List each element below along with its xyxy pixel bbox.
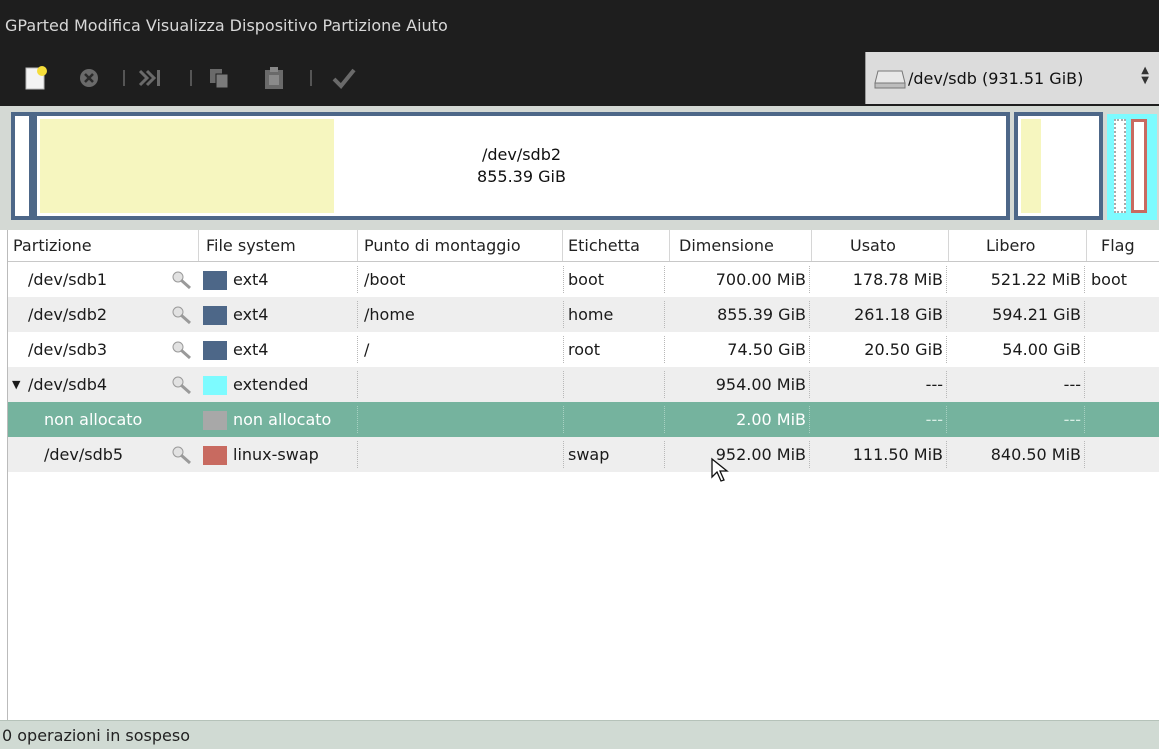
toolbar-separator (123, 70, 125, 86)
row-label: root (568, 340, 601, 359)
row-label: home (568, 305, 614, 324)
row-size: 700.00 MiB (715, 270, 806, 289)
menu-dispositivo[interactable]: Dispositivo (230, 16, 318, 35)
row-partition: /dev/sdb3 (28, 340, 108, 359)
table-header: Partizione File system Punto di montaggi… (8, 230, 1159, 262)
row-free: 521.22 MiB (990, 270, 1081, 289)
statusbar: 0 operazioni in sospeso (0, 720, 1159, 749)
row-mountpoint: /home (364, 305, 415, 324)
row-free: 594.21 GiB (992, 305, 1081, 324)
row-size: 2.00 MiB (736, 410, 806, 429)
filesystem-color-swatch (203, 271, 227, 290)
filesystem-color-swatch (203, 341, 227, 360)
row-used: 20.50 GiB (864, 340, 943, 359)
apply-icon[interactable] (330, 64, 358, 92)
partition-table: Partizione File system Punto di montaggi… (7, 230, 1159, 720)
menu-gparted[interactable]: GParted (5, 16, 69, 35)
menubar: GParted Modifica Visualizza Dispositivo … (0, 0, 1159, 50)
key-icon (172, 376, 191, 395)
partition-block-sdb4-extended[interactable] (1107, 114, 1157, 220)
row-partition: /dev/sdb1 (28, 270, 108, 289)
delete-icon[interactable] (75, 64, 103, 92)
unallocated-block (1114, 119, 1126, 213)
row-filesystem: ext4 (233, 340, 269, 359)
row-label: boot (568, 270, 605, 289)
partition-block-size: 855.39 GiB (477, 167, 566, 186)
row-flag: boot (1091, 270, 1128, 289)
row-used: --- (925, 375, 943, 394)
key-icon (172, 446, 191, 465)
partition-block-sdb2[interactable]: /dev/sdb2 855.39 GiB (33, 112, 1010, 220)
row-size: 954.00 MiB (715, 375, 806, 394)
table-row[interactable]: /dev/sdb2 ext4 /home home 855.39 GiB 261… (8, 297, 1159, 332)
table-row[interactable]: /dev/sdb5 linux-swap swap 952.00 MiB 111… (8, 437, 1159, 482)
col-filesystem-header[interactable]: File system (199, 230, 358, 261)
filesystem-color-swatch (203, 376, 227, 395)
new-icon[interactable] (22, 64, 50, 92)
menu-aiuto[interactable]: Aiuto (406, 16, 448, 35)
row-used: 178.78 MiB (852, 270, 943, 289)
key-icon (172, 341, 191, 360)
row-free: --- (1063, 375, 1081, 394)
row-partition: /dev/sdb4 (28, 375, 108, 394)
device-selector-label: /dev/sdb (931.51 GiB) (908, 68, 1084, 88)
row-free: --- (1063, 410, 1081, 429)
col-label-header[interactable]: Etichetta (563, 230, 670, 261)
filesystem-color-swatch (203, 446, 227, 465)
row-filesystem: non allocato (233, 410, 332, 429)
toolbar-separator (190, 70, 192, 86)
filesystem-color-swatch (203, 306, 227, 325)
col-size-header[interactable]: Dimensione (670, 230, 812, 261)
used-space-bar (1021, 119, 1041, 213)
row-filesystem: ext4 (233, 305, 269, 324)
row-mountpoint: /boot (364, 270, 406, 289)
row-partition: non allocato (44, 410, 143, 429)
expander-arrow-icon[interactable]: ▼ (12, 367, 20, 402)
disk-map: /dev/sdb2 855.39 GiB (0, 106, 1159, 230)
table-row[interactable]: /dev/sdb1 ext4 /boot boot 700.00 MiB 178… (8, 262, 1159, 297)
harddisk-icon (874, 70, 906, 89)
table-row[interactable]: ▼ /dev/sdb4 extended 954.00 MiB --- --- (8, 367, 1159, 402)
partition-block-sdb5[interactable] (1131, 119, 1147, 213)
col-mountpoint-header[interactable]: Punto di montaggio (358, 230, 563, 261)
row-filesystem: ext4 (233, 270, 269, 289)
row-partition: /dev/sdb5 (44, 445, 124, 464)
row-used: 261.18 GiB (854, 305, 943, 324)
col-used-header[interactable]: Usato (812, 230, 949, 261)
row-free: 840.50 MiB (990, 445, 1081, 464)
table-row-selected[interactable]: non allocato non allocato 2.00 MiB --- -… (8, 402, 1159, 437)
row-free: 54.00 GiB (1002, 340, 1081, 359)
menu-modifica[interactable]: Modifica (74, 16, 141, 35)
key-icon (172, 271, 191, 290)
partition-block-sdb3[interactable] (1014, 112, 1103, 220)
pending-operations-text: 0 operazioni in sospeso (2, 726, 190, 745)
col-partition-header[interactable]: Partizione (8, 230, 199, 261)
row-size: 855.39 GiB (717, 305, 806, 324)
spin-arrows-icon: ▲ ▼ (1141, 65, 1149, 86)
row-mountpoint: / (364, 340, 370, 359)
resize-move-icon[interactable] (136, 64, 164, 92)
mouse-cursor-icon (711, 457, 729, 482)
col-flag-header[interactable]: Flag (1087, 230, 1159, 261)
row-filesystem: extended (233, 375, 309, 394)
row-label: swap (568, 445, 610, 464)
menu-visualizza[interactable]: Visualizza (146, 16, 225, 35)
filesystem-color-swatch (203, 411, 227, 430)
key-icon (172, 306, 191, 325)
toolbar-separator (310, 70, 312, 86)
row-used: --- (925, 410, 943, 429)
copy-icon[interactable] (205, 64, 233, 92)
paste-icon[interactable] (260, 64, 288, 92)
menu-partizione[interactable]: Partizione (322, 16, 401, 35)
partition-block-name: /dev/sdb2 (481, 145, 562, 164)
row-size: 74.50 GiB (727, 340, 806, 359)
partition-block-sdb1[interactable] (11, 112, 33, 220)
row-filesystem: linux-swap (233, 445, 319, 464)
row-used: 111.50 MiB (852, 445, 943, 464)
row-partition: /dev/sdb2 (28, 305, 108, 324)
partition-block-label: /dev/sdb2 855.39 GiB (37, 144, 1006, 188)
table-row[interactable]: /dev/sdb3 ext4 / root 74.50 GiB 20.50 Gi… (8, 332, 1159, 367)
col-free-header[interactable]: Libero (949, 230, 1087, 261)
device-selector[interactable]: /dev/sdb (931.51 GiB) ▲ ▼ (865, 52, 1159, 104)
